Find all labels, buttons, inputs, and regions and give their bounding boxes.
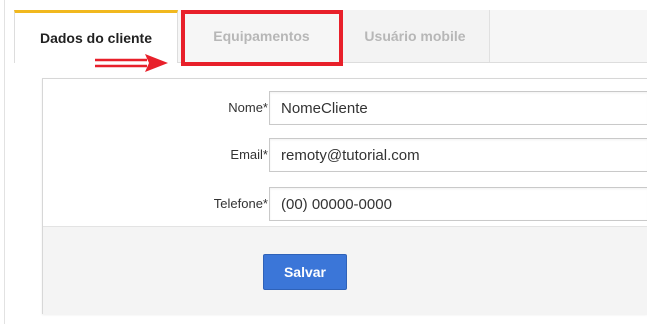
form-row-telefone: Telefone* (43, 187, 647, 221)
customer-page: Dados do cliente Equipamentos Usuário mo… (0, 0, 647, 324)
email-input[interactable] (269, 138, 647, 172)
customer-form-panel: Nome* Email* Telefone* Salvar (42, 78, 647, 315)
left-divider (4, 0, 5, 324)
telefone-input[interactable] (269, 187, 647, 221)
form-actions: Salvar (43, 226, 647, 315)
nome-input[interactable] (269, 91, 647, 125)
tab-equipamentos[interactable]: Equipamentos (180, 10, 343, 62)
red-arrow-right-icon (95, 54, 168, 72)
email-label: Email* (230, 147, 268, 162)
form-row-email: Email* (43, 138, 647, 172)
telefone-label: Telefone* (213, 196, 268, 211)
tab-label: Equipamentos (213, 28, 310, 44)
tab-label: Dados do cliente (39, 30, 153, 46)
form-row-nome: Nome* (43, 91, 647, 125)
tab-usuario-mobile[interactable]: Usuário mobile (340, 10, 490, 62)
save-button[interactable]: Salvar (263, 254, 347, 290)
tab-label: Usuário mobile (364, 28, 466, 44)
nome-label: Nome* (228, 100, 268, 115)
